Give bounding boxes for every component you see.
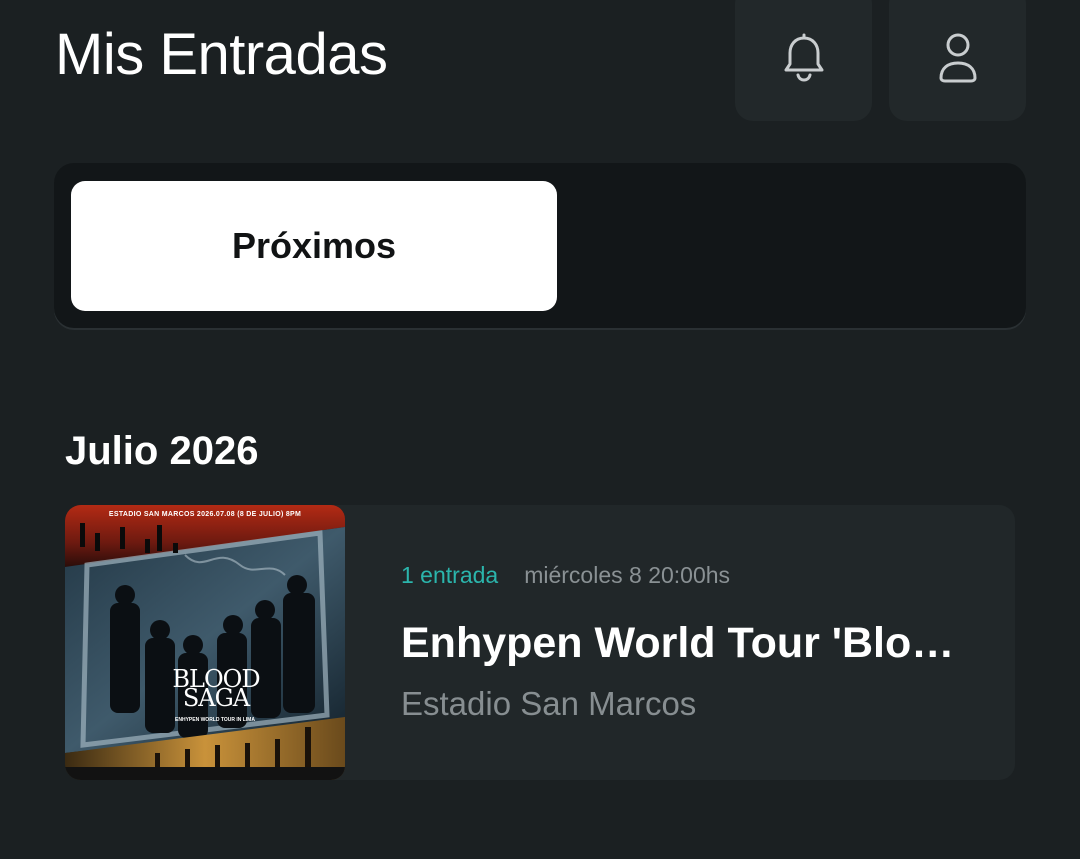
profile-button[interactable] bbox=[889, 0, 1026, 121]
tab-proximos[interactable]: Próximos bbox=[71, 181, 557, 311]
notifications-button[interactable] bbox=[735, 0, 872, 121]
event-venue: Estadio San Marcos bbox=[401, 685, 697, 722]
poster-header-text: ESTADIO SAN MARCOS 2026.07.08 (8 DE JULI… bbox=[108, 511, 302, 518]
poster-subtitle: ENHYPEN WORLD TOUR IN LIMA bbox=[175, 717, 255, 723]
page-title: Mis Entradas bbox=[55, 22, 388, 87]
events-tab-bar: Próximos bbox=[54, 163, 1026, 328]
event-name: Enhypen World Tour 'Blood Saga' bbox=[401, 619, 971, 667]
event-meta-row: 1 entrada miércoles 8 20:00hs bbox=[401, 562, 730, 589]
tab-secondary[interactable] bbox=[557, 181, 1009, 311]
user-icon bbox=[937, 18, 979, 89]
bell-icon bbox=[782, 19, 826, 88]
event-poster-image: ESTADIO SAN MARCOS 2026.07.08 (8 DE JULI… bbox=[65, 505, 345, 780]
event-card[interactable]: ESTADIO SAN MARCOS 2026.07.08 (8 DE JULI… bbox=[65, 505, 1015, 780]
ticket-count: 1 entrada bbox=[401, 562, 499, 588]
event-info: 1 entrada miércoles 8 20:00hs Enhypen Wor… bbox=[401, 505, 991, 780]
event-date-time: miércoles 8 20:00hs bbox=[524, 562, 731, 588]
poster-logo: BLOOD SAGA bbox=[161, 667, 271, 710]
month-section-title: Julio 2026 bbox=[65, 429, 259, 473]
